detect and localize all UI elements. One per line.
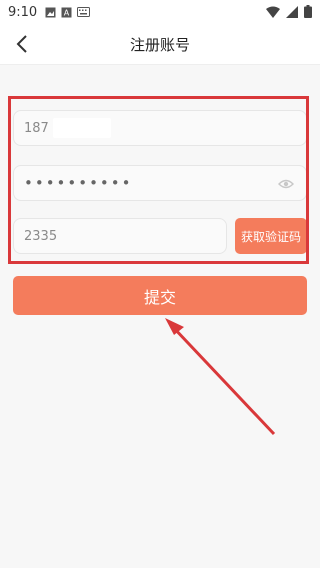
highlight-box (8, 96, 309, 264)
status-system-icons (266, 5, 312, 18)
status-time: 9:10 (8, 4, 38, 20)
app-bar: 注册账号 (0, 24, 320, 65)
signal-icon (286, 5, 298, 18)
wifi-icon (266, 6, 280, 18)
status-bar: 9:10 A (0, 0, 320, 24)
svg-text:A: A (64, 8, 70, 17)
image-notification-icon (45, 7, 56, 17)
app-notification-icon: A (61, 7, 72, 17)
submit-button[interactable]: 提交 (13, 276, 307, 315)
page-title: 注册账号 (129, 36, 190, 54)
keyboard-notification-icon (77, 7, 91, 17)
battery-icon (304, 5, 312, 18)
status-notification-icons: A (45, 7, 91, 18)
